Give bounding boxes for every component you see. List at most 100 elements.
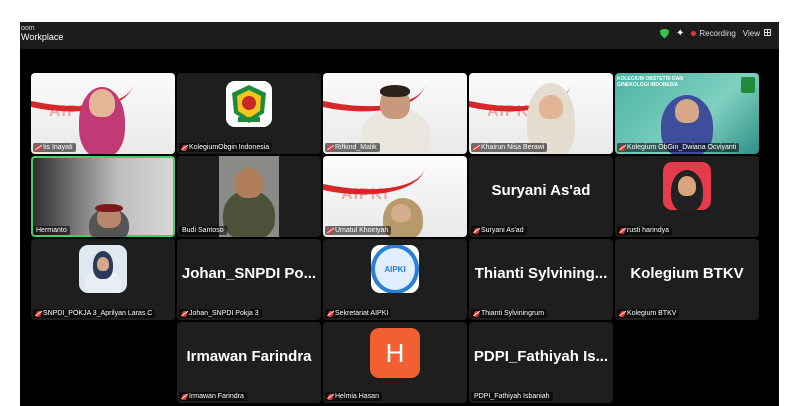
participant-video [323,73,467,154]
video-tile[interactable]: Suryani As'ad Suryani As'ad [469,156,613,237]
title-bar: oom Workplace ✦ Recording View [20,22,779,49]
app-name: oom Workplace [21,25,63,42]
muted-mic-icon [619,227,626,234]
participant-label: PDPI_Fathiyah Isbaniah [471,392,553,401]
video-tile[interactable]: KOLEGIUM OBSTETRI DAN GINEKOLOGI INDONES… [615,73,759,154]
muted-mic-icon [181,310,188,317]
record-dot-icon [691,31,697,36]
participant-display-name: Johan_SNPDI Po... [181,265,317,282]
participant-label: rusti harindya [617,226,673,235]
video-tile[interactable]: rusti harindya [615,156,759,237]
participant-label: Iis Inayati [33,143,76,152]
participant-name: KolegiumObgin Indonesia [189,144,270,151]
muted-mic-icon [35,310,42,317]
participant-name: Kolegium BTKV [627,310,677,317]
participant-label: Johan_SNPDI Pokja 3 [179,309,262,318]
muted-mic-icon [327,310,334,317]
shield-icon[interactable] [659,28,669,39]
view-button[interactable]: View [743,29,771,38]
participant-label: Sekretariat AIPKI [325,309,392,318]
muted-mic-icon [473,144,480,151]
video-tile-active-speaker[interactable]: Hermanto [31,156,175,237]
video-tile[interactable]: Kolegium BTKV Kolegium BTKV [615,239,759,320]
participant-hair [380,85,410,97]
grid-view-icon [764,29,771,36]
view-label: View [742,29,760,38]
video-tile[interactable]: AIPKI Umatul Khoiriyah [323,156,467,237]
participant-face [539,95,563,119]
participant-label: Suryani As'ad [471,226,527,235]
video-tile[interactable]: Johan_SNPDI Po... Johan_SNPDI Pokja 3 [177,239,321,320]
participant-name: Rifkind_Malik [335,144,377,151]
participant-name: Irmawan Farindra [189,393,244,400]
background-watermark: AIPKI [341,186,389,203]
muted-mic-icon [327,144,334,151]
participant-label: Kolegium ObGin_Dwiana Ocviyanti [617,143,740,152]
participant-label: Umatul Khoiriyah [325,226,392,235]
participant-label: Thianti Sylviningrum [471,309,548,318]
participant-name: Hermanto [36,227,67,234]
video-tile[interactable]: Budi Santoso [177,156,321,237]
recording-indicator[interactable]: Recording [691,29,736,38]
participant-face [235,168,263,198]
participant-display-name: Irmawan Farindra [186,348,312,365]
muted-mic-icon [473,310,480,317]
participant-label: Irmawan Farindra [179,392,247,401]
recording-label: Recording [699,29,736,38]
video-tile[interactable]: AIPKI Sekretariat AIPKI [323,239,467,320]
participant-face [89,89,115,117]
kolegium-logo-icon [226,81,272,127]
participant-label: Helmia Hasan [325,392,382,401]
participant-video: AIPKI [469,73,613,154]
participant-display-name: Suryani As'ad [491,182,591,199]
participant-name: Suryani As'ad [481,227,524,234]
muted-mic-icon [619,144,626,151]
participant-label: Hermanto [33,226,70,235]
video-tile[interactable]: Thianti Sylvining... Thianti Sylviningru… [469,239,613,320]
video-tile[interactable]: AIPKI Khairun Nisa Berawi [469,73,613,154]
participant-label: Kolegium BTKV [617,309,680,318]
participant-name: Johan_SNPDI Pokja 3 [189,310,259,317]
video-tile[interactable]: SNPDI_POKJA 3_Aprilyan Laras C [31,239,175,320]
participant-label: Budi Santoso [179,226,227,235]
participant-name: Khairun Nisa Berawi [481,144,545,151]
participant-video [219,156,279,237]
participant-name: Iis Inayati [43,144,73,151]
participant-face [97,257,109,271]
participant-name: PDPI_Fathiyah Isbaniah [474,393,550,400]
aipki-logo-ring: AIPKI [371,245,419,293]
muted-mic-icon [619,310,626,317]
muted-mic-icon [327,227,334,234]
participant-label: SNPDI_POKJA 3_Aprilyan Laras C [33,309,156,318]
video-tile[interactable]: H Helmia Hasan [323,322,467,403]
participant-name: SNPDI_POKJA 3_Aprilyan Laras C [43,310,153,317]
participant-video: AIPKI [31,73,175,154]
title-bar-controls: ✦ Recording View [659,28,771,39]
participant-name: Thianti Sylviningrum [481,310,545,317]
participant-name: Umatul Khoiriyah [335,227,389,234]
participant-display-name: PDPI_Fathiyah Is... [473,348,609,365]
participant-video: AIPKI [323,156,467,237]
participant-cap [95,204,123,212]
banner-title: KOLEGIUM OBSTETRI DAN GINEKOLOGI INDONES… [617,76,683,88]
video-tile[interactable]: Rifkind_Malik [323,73,467,154]
video-tile[interactable]: PDPI_Fathiyah Is... PDPI_Fathiyah Isbani… [469,322,613,403]
muted-mic-icon [181,393,188,400]
video-tile[interactable]: KolegiumObgin Indonesia [177,73,321,154]
video-tile[interactable]: AIPKI Iis Inayati [31,73,175,154]
sparkle-icon[interactable]: ✦ [676,28,684,39]
participant-name: Helmia Hasan [335,393,379,400]
participant-display-name: Kolegium BTKV [630,265,744,282]
participant-label: Rifkind_Malik [325,143,380,152]
video-tile[interactable]: Irmawan Farindra Irmawan Farindra [177,322,321,403]
participant-name: Kolegium ObGin_Dwiana Ocviyanti [627,144,737,151]
participant-label: KolegiumObgin Indonesia [179,143,273,152]
participant-name: rusti harindya [627,227,670,234]
app-name-line1: oom [21,25,35,32]
muted-mic-icon [181,144,188,151]
kolegium-logo-icon [741,77,755,93]
participant-display-name: Thianti Sylvining... [474,265,608,282]
participant-face [675,99,699,123]
initial-avatar: H [370,328,420,378]
participant-name: Budi Santoso [182,227,224,234]
